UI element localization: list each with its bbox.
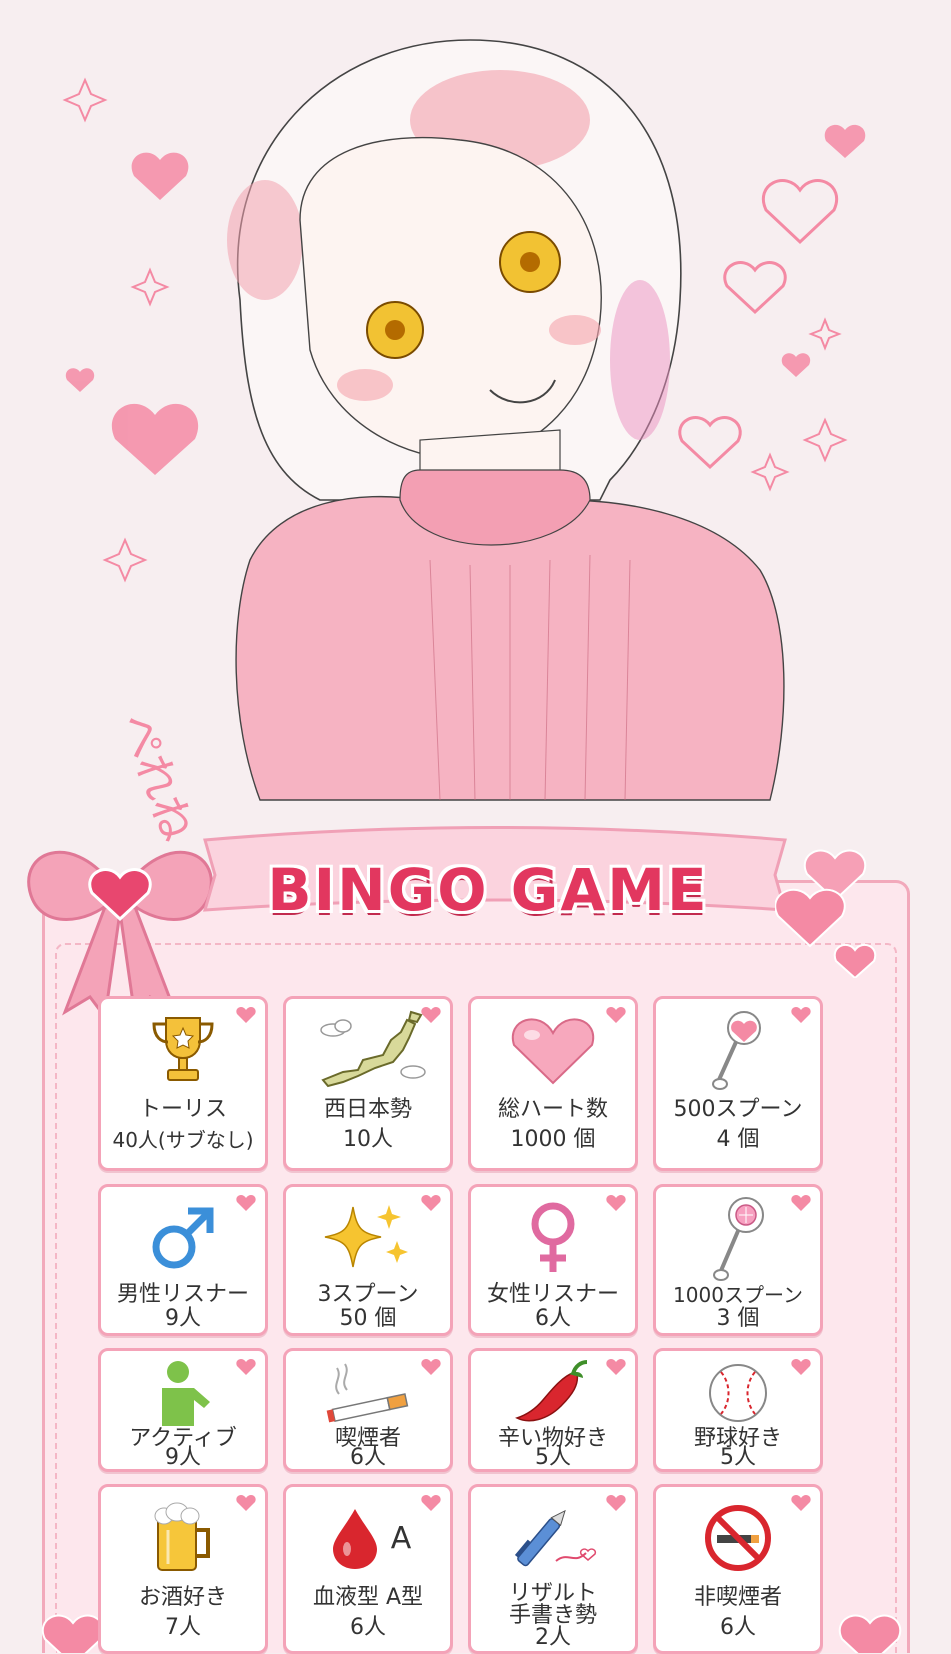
cell-label-line1: お酒好き [138, 1585, 227, 1610]
bingo-cell: 西日本勢 10人 [283, 996, 453, 1171]
cell-label-line2: 40人(サブなし) [112, 1128, 254, 1152]
beer-mug-icon [101, 1499, 265, 1577]
character-illustration: ぺれね [62, 39, 866, 848]
cell-label-line1: 500スプーン [673, 1097, 803, 1122]
bingo-cell: 女性リスナー 6人 [468, 1184, 638, 1336]
big-heart-icon [471, 1011, 635, 1089]
cell-label-line2: 6人 [350, 1445, 386, 1470]
cell-label-line2: 4 個 [716, 1127, 760, 1152]
heart-decoration [65, 368, 95, 392]
heart-decoration [824, 124, 866, 158]
baseball-icon [656, 1363, 820, 1423]
bingo-cell: トーリス 40人(サブなし) [98, 996, 268, 1171]
sparkle-decoration [750, 452, 790, 492]
bingo-cell: A 血液型 A型 6人 [283, 1484, 453, 1654]
sparkle-decoration [62, 77, 108, 123]
cell-label-line2: 6人 [720, 1615, 756, 1640]
cell-label-line2: 10人 [343, 1127, 393, 1152]
bingo-cell: 非喫煙者 6人 [653, 1484, 823, 1654]
cell-label-line1: 女性リスナー [486, 1282, 619, 1307]
male-symbol-icon [101, 1199, 265, 1277]
banner-title-wrap: BINGO GAME [208, 838, 768, 936]
sparkle-decoration [802, 417, 848, 463]
heart-decoration [781, 353, 811, 377]
cell-label-line2: 6人 [350, 1615, 386, 1640]
blush [549, 315, 601, 345]
right-pupil [520, 252, 540, 272]
cell-label-line2: 5人 [720, 1445, 756, 1470]
cell-label-line1: リザルト [508, 1581, 597, 1606]
cell-label-line1: 総ハート数 [497, 1097, 608, 1122]
gem-spoon-icon [656, 1197, 820, 1281]
sparkle-icon [286, 1199, 450, 1277]
cell-label-line2: 3 個 [716, 1306, 760, 1331]
bingo-cell: 野球好き 5人 [653, 1348, 823, 1472]
sparkle-decoration [808, 317, 842, 351]
bingo-cell: 男性リスナー 9人 [98, 1184, 268, 1336]
hair-pink-tint [610, 280, 670, 440]
bingo-title: BINGO GAME [267, 856, 709, 924]
cell-label-line2: 手書き勢 [508, 1603, 597, 1628]
heart-cluster-icon [775, 849, 877, 978]
left-pupil [385, 320, 405, 340]
bingo-cell: 500スプーン 4 個 [653, 996, 823, 1171]
heart-outline-decoration [678, 416, 742, 470]
bingo-cell: お酒好き 7人 [98, 1484, 268, 1654]
blood-type-letter: A [390, 1520, 412, 1556]
active-person-icon [101, 1361, 265, 1426]
blush [337, 369, 393, 401]
heart-outline-decoration [762, 179, 838, 245]
sparkle-decoration [102, 537, 148, 583]
bingo-cell: 総ハート数 1000 個 [468, 996, 638, 1171]
cell-label-line2: 1000 個 [510, 1127, 596, 1152]
heart-decoration [111, 403, 199, 475]
heart-outline-decoration [723, 261, 787, 315]
cell-label-line2: 50 個 [339, 1306, 397, 1331]
cell-label-line2: 7人 [165, 1615, 201, 1640]
cell-label-line1: 非喫煙者 [693, 1585, 782, 1610]
cell-label-line3: 2人 [535, 1625, 571, 1650]
corner-heart-icon [838, 1614, 902, 1653]
bingo-cell: リザルト 手書き勢 2人 [468, 1484, 638, 1654]
cell-label-line1: 1000スプーン [673, 1283, 803, 1307]
trophy-icon [101, 1011, 265, 1089]
bingo-cell: 辛い物好き 5人 [468, 1348, 638, 1472]
bingo-cell: アクティブ 9人 [98, 1348, 268, 1472]
cell-label-line1: 男性リスナー [116, 1282, 249, 1307]
cell-label-line1: トーリス [138, 1097, 227, 1122]
blood-drop-icon: A [286, 1499, 450, 1577]
sparkle-decoration [130, 267, 170, 307]
bingo-cell: 喫煙者 6人 [283, 1348, 453, 1472]
hair-pink-tint [227, 180, 303, 300]
cell-label-line1: 血液型 A型 [312, 1585, 424, 1610]
chili-pepper-icon [471, 1360, 635, 1423]
no-smoking-icon [656, 1499, 820, 1577]
cell-label-line1: 3スプーン [317, 1282, 419, 1307]
heart-spoon-icon [656, 1011, 820, 1090]
bingo-cell: 3スプーン 50 個 [283, 1184, 453, 1336]
heart-decoration [131, 152, 189, 200]
cigarette-icon [286, 1363, 450, 1423]
japan-map-icon [286, 1010, 450, 1089]
cell-label-line2: 9人 [165, 1445, 201, 1470]
cell-label-line2: 5人 [535, 1445, 571, 1470]
cell-label-line2: 9人 [165, 1306, 201, 1331]
cell-label-line2: 6人 [535, 1306, 571, 1331]
cell-label-line1: 西日本勢 [323, 1097, 412, 1122]
bingo-cell: 1000スプーン 3 個 [653, 1184, 823, 1336]
female-symbol-icon [471, 1199, 635, 1277]
pen-icon [471, 1499, 635, 1577]
